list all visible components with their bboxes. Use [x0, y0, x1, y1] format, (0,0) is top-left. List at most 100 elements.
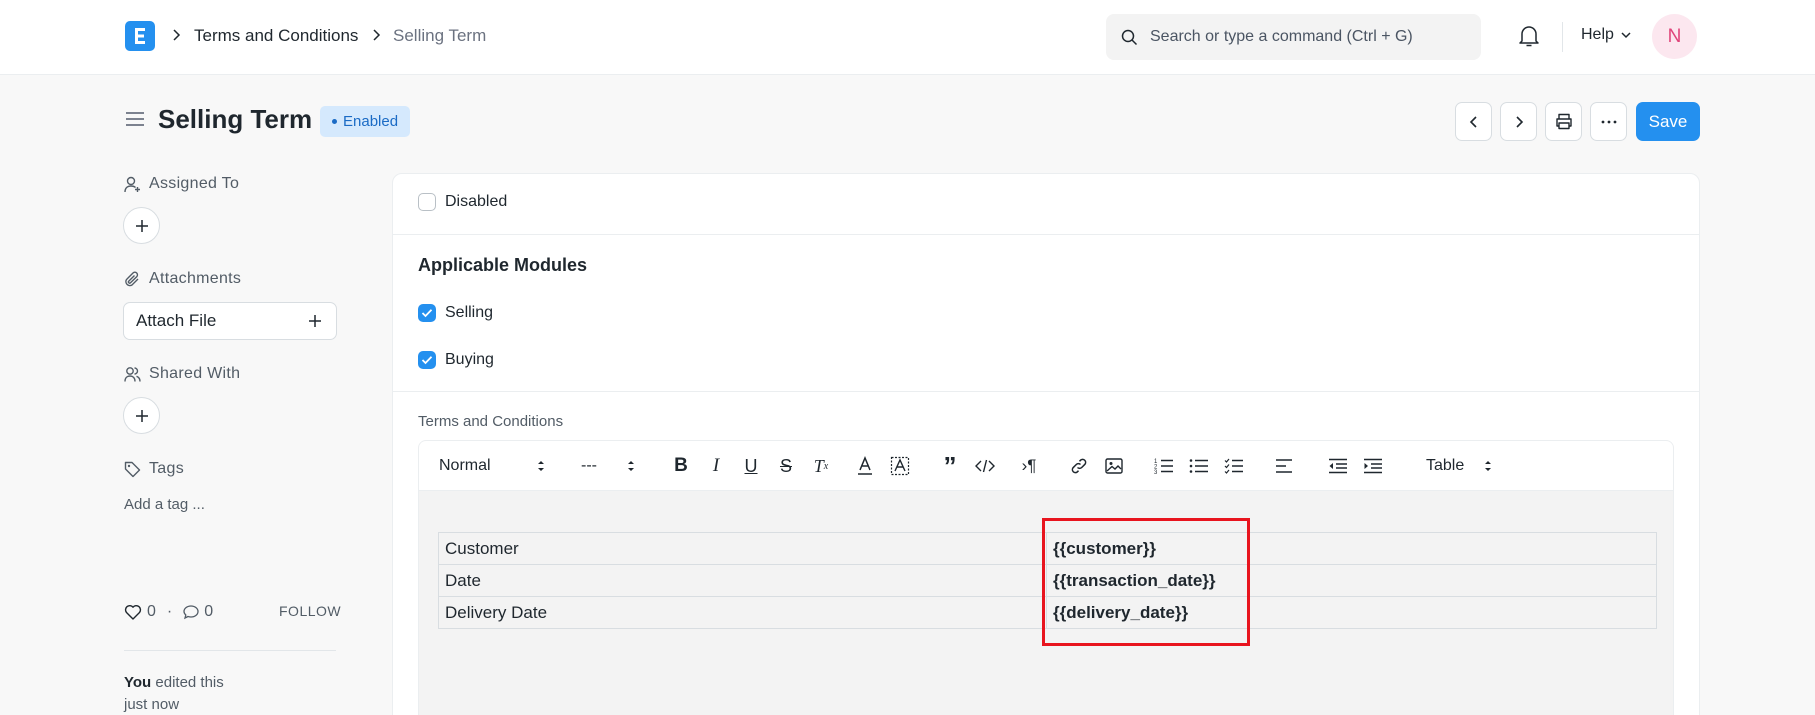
bold-icon[interactable]: B	[669, 454, 693, 478]
text-color-icon[interactable]	[853, 454, 877, 478]
shared-with-label: Shared With	[149, 365, 241, 382]
format-select-value: Normal	[439, 457, 491, 474]
buying-label: Buying	[445, 351, 494, 368]
check-icon	[421, 356, 433, 365]
likes-comments: 0 · 0	[124, 603, 213, 621]
highlight-box	[1042, 518, 1250, 646]
background-color-icon[interactable]	[888, 454, 912, 478]
breadcrumb-current[interactable]: Selling Term	[393, 26, 486, 46]
status-badge-label: Enabled	[343, 113, 399, 130]
direction-icon[interactable]: ›¶	[1017, 454, 1041, 478]
table-select[interactable]: Table	[1426, 454, 1492, 478]
search-input[interactable]	[1150, 24, 1470, 50]
chevron-left-icon	[1469, 115, 1477, 128]
help-label: Help	[1581, 26, 1614, 43]
italic-icon[interactable]: I	[704, 454, 728, 478]
selling-label: Selling	[445, 304, 494, 321]
select-arrows-icon	[538, 461, 544, 471]
buying-checkbox[interactable]	[418, 351, 436, 369]
table-select-value: Table	[1426, 457, 1465, 474]
assigned-to-section: Assigned To	[124, 175, 239, 193]
section-title: Applicable Modules	[418, 255, 588, 275]
print-button[interactable]	[1545, 102, 1582, 141]
chevron-down-icon	[1621, 32, 1631, 39]
status-badge: Enabled	[320, 106, 411, 137]
logo-icon	[135, 28, 145, 44]
separator-dot: ·	[166, 603, 173, 620]
selling-checkbox[interactable]	[418, 304, 436, 322]
ordered-list-icon[interactable]: 123	[1152, 454, 1176, 478]
likes-count: 0	[147, 603, 156, 620]
disabled-checkbox[interactable]	[418, 193, 436, 211]
app-logo[interactable]	[125, 21, 155, 51]
blockquote-icon[interactable]: ”	[938, 451, 962, 481]
printer-icon	[1555, 113, 1572, 130]
strike-icon[interactable]: S	[774, 454, 798, 478]
paperclip-icon	[125, 271, 139, 286]
plus-icon	[135, 219, 148, 232]
add-share-button[interactable]	[123, 397, 160, 434]
format-select[interactable]: Normal	[439, 454, 545, 478]
tags-section: Tags	[124, 460, 184, 478]
search-bar[interactable]	[1106, 14, 1481, 60]
bullet-list-icon[interactable]	[1187, 454, 1211, 478]
ellipsis-icon	[1601, 120, 1616, 123]
status-dot	[332, 119, 337, 124]
svg-text:3: 3	[1154, 470, 1158, 475]
users-icon	[124, 366, 141, 382]
section-divider	[393, 391, 1699, 392]
activity-time: just now	[124, 696, 180, 713]
save-button[interactable]: Save	[1636, 102, 1700, 141]
follow-button[interactable]: FOLLOW	[279, 603, 341, 619]
attachments-section: Attachments	[124, 270, 241, 288]
add-tag-link[interactable]: Add a tag ...	[124, 496, 205, 513]
align-icon[interactable]	[1272, 454, 1296, 478]
table-cell-label[interactable]: Customer	[438, 532, 1047, 565]
notification-bell-icon[interactable]	[1518, 24, 1540, 48]
sidebar-divider	[124, 650, 336, 651]
chevron-right-icon	[373, 29, 381, 41]
activity-note: You edited this just now	[124, 672, 244, 715]
next-record-button[interactable]	[1500, 102, 1537, 141]
user-avatar[interactable]: N	[1652, 14, 1697, 59]
table-cell-label[interactable]: Date	[438, 564, 1047, 597]
more-actions-button[interactable]	[1590, 102, 1627, 141]
chevron-right-icon	[1515, 115, 1523, 128]
editor-toolbar: Normal --- B I U S Tx ” ›¶ 123 Table	[418, 440, 1674, 491]
image-icon[interactable]	[1102, 454, 1126, 478]
size-select[interactable]: ---	[581, 454, 635, 478]
terms-field-label: Terms and Conditions	[418, 413, 564, 430]
section-divider	[393, 234, 1699, 235]
link-icon[interactable]	[1067, 454, 1091, 478]
heart-icon[interactable]	[124, 604, 142, 620]
search-icon	[1121, 29, 1138, 46]
attach-file-button[interactable]: Attach File	[123, 302, 337, 340]
comments-count: 0	[204, 603, 214, 620]
check-list-icon[interactable]	[1222, 454, 1246, 478]
size-select-value: ---	[581, 457, 597, 474]
activity-text: edited this	[155, 674, 224, 691]
table-cell-label[interactable]: Delivery Date	[438, 596, 1047, 629]
add-assignee-button[interactable]	[123, 207, 160, 244]
underline-icon[interactable]: U	[739, 454, 763, 478]
hamburger-menu-icon[interactable]	[125, 110, 145, 128]
comment-icon[interactable]	[183, 604, 199, 620]
check-icon	[421, 309, 433, 318]
attach-file-label: Attach File	[136, 311, 217, 330]
indent-icon[interactable]	[1361, 454, 1385, 478]
clear-format-icon[interactable]: Tx	[809, 454, 833, 478]
select-arrows-icon	[628, 461, 634, 471]
navbar-divider	[1562, 22, 1563, 52]
disabled-label: Disabled	[445, 193, 508, 210]
previous-record-button[interactable]	[1455, 102, 1492, 141]
breadcrumb-parent[interactable]: Terms and Conditions	[194, 26, 358, 46]
outdent-icon[interactable]	[1326, 454, 1350, 478]
chevron-right-icon	[173, 29, 181, 41]
shared-with-section: Shared With	[124, 365, 240, 383]
top-navbar: Terms and Conditions Selling Term Help N	[0, 0, 1815, 75]
user-plus-icon	[124, 176, 140, 192]
activity-user: You	[124, 674, 152, 691]
plus-icon	[135, 409, 148, 422]
help-dropdown[interactable]: Help	[1581, 26, 1632, 44]
code-icon[interactable]	[973, 454, 997, 478]
